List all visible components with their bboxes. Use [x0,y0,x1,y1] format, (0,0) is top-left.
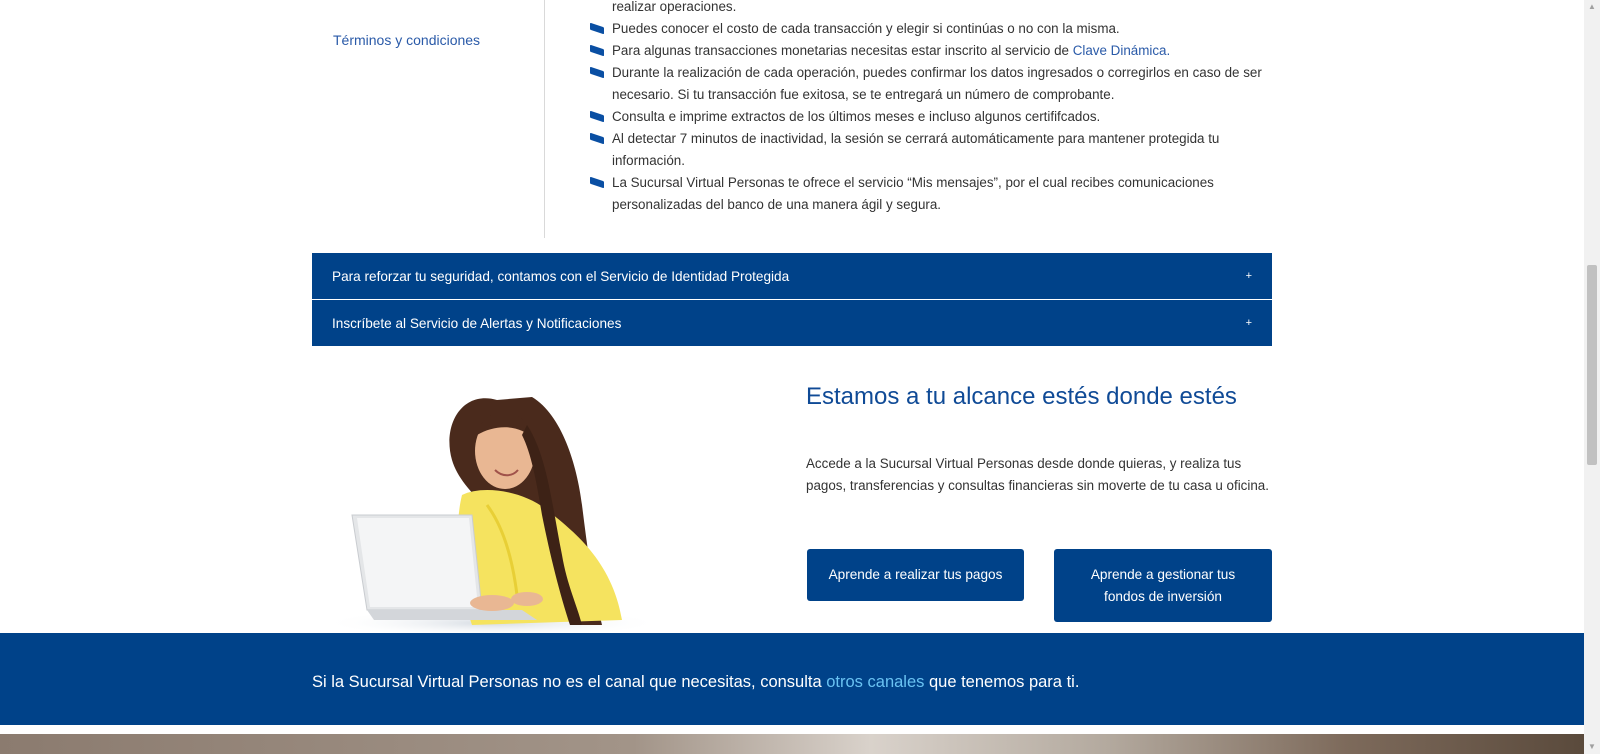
hero-description: Accede a la Sucursal Virtual Personas de… [806,456,1269,493]
plus-icon: + [1245,270,1252,282]
list-item-text: realizar operaciones. [612,0,737,14]
list-item-text: Puedes conocer el costo de cada transacc… [612,21,1120,36]
learn-investment-funds-button[interactable]: Aprende a gestionar tus fondos de invers… [1054,549,1272,622]
bullet-icon [590,44,604,57]
list-item-text: Al detectar 7 minutos de inactividad, la… [612,131,1220,168]
list-item: La Sucursal Virtual Personas te ofrece e… [590,172,1280,216]
list-item-text: La Sucursal Virtual Personas te ofrece e… [612,175,1214,212]
accordion-alertas-notificaciones[interactable]: Inscríbete al Servicio de Alertas y Noti… [312,300,1272,346]
list-item-text: Durante la realización de cada operación… [612,65,1262,102]
list-item-text: Para algunas transacciones monetarias ne… [612,43,1073,58]
woman-laptop-image [312,385,672,635]
list-item: Durante la realización de cada operación… [590,62,1280,106]
band-text-before: Si la Sucursal Virtual Personas no es el… [312,673,827,691]
list-item: Puedes conocer el costo de cada transacc… [590,18,1280,40]
scrollbar-thumb[interactable] [1587,265,1597,465]
bullet-icon [590,176,604,189]
clave-dinamica-link[interactable]: Clave Dinámica. [1073,43,1171,58]
hero-title: Estamos a tu alcance estés donde estés [806,383,1237,410]
other-channels-link[interactable]: otros canales [826,673,924,691]
learn-payments-button[interactable]: Aprende a realizar tus pagos [807,549,1024,601]
bullet-icon [590,110,604,123]
other-channels-text: Si la Sucursal Virtual Personas no es el… [312,673,1079,692]
bullet-icon [590,22,604,35]
list-item: Consulta e imprime extractos de los últi… [590,106,1280,128]
list-item-text: Consulta e imprime extractos de los últi… [612,109,1101,124]
bullet-icon [590,66,604,79]
feature-list: realizar operaciones. Puedes conocer el … [590,0,1280,216]
accordion-label: Inscríbete al Servicio de Alertas y Noti… [332,315,622,331]
list-item: Para algunas transacciones monetarias ne… [590,40,1280,62]
accordion-identidad-protegida[interactable]: Para reforzar tu seguridad, contamos con… [312,253,1272,299]
list-item: realizar operaciones. [590,0,1280,18]
band-text-after: que tenemos para ti. [924,673,1080,691]
list-item: Al detectar 7 minutos de inactividad, la… [590,128,1280,172]
terms-and-conditions-link[interactable]: Términos y condiciones [333,32,480,48]
column-divider [544,0,545,238]
plus-icon: + [1245,317,1252,329]
scroll-down-icon[interactable]: ▼ [1587,742,1597,752]
scroll-up-icon[interactable]: ▲ [1587,2,1597,12]
footer-photo-banner [0,734,1584,754]
accordion-label: Para reforzar tu seguridad, contamos con… [332,268,790,284]
bullet-icon [590,132,604,145]
